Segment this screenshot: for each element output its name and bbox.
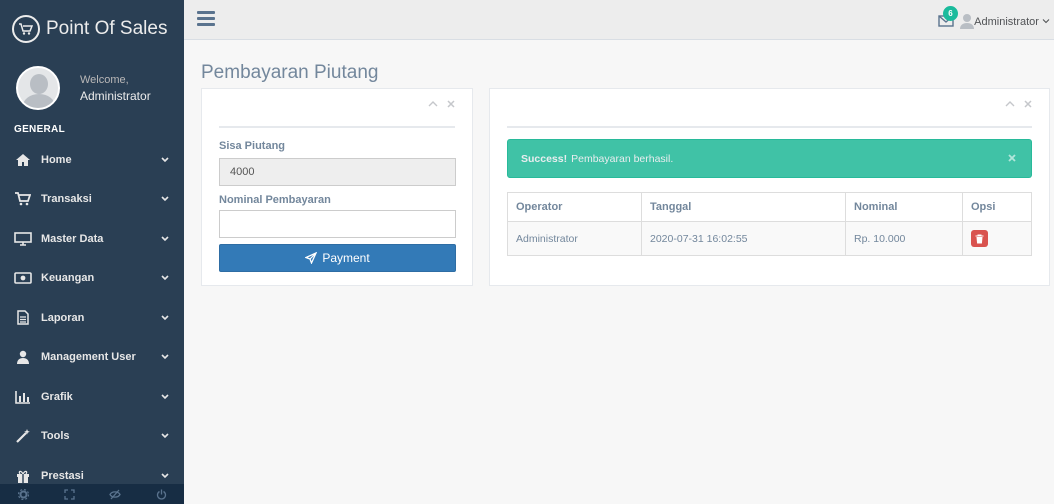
success-alert: Success! Pembayaran berhasil.	[507, 139, 1032, 178]
money-icon	[14, 270, 32, 286]
desktop-icon	[14, 231, 32, 247]
chevron-down-icon	[161, 473, 169, 478]
file-icon	[14, 310, 32, 326]
welcome-text: Welcome,	[80, 73, 129, 86]
magic-wand-icon	[14, 428, 32, 444]
sidebar-menu: Home Transaksi Master Data Keuangan Lapo…	[0, 140, 184, 496]
nominal-pembayaran-input[interactable]	[219, 210, 456, 238]
menu-section-title: GENERAL	[14, 124, 65, 135]
operator-cell: Administrator	[507, 221, 642, 256]
brand[interactable]: Point Of Sales	[0, 0, 184, 58]
trash-icon	[975, 234, 984, 243]
sidebar-item-label: Laporan	[41, 311, 85, 324]
chevron-down-icon	[161, 315, 169, 320]
close-icon[interactable]	[446, 99, 456, 109]
payment-history-panel: Success! Pembayaran berhasil. Operator T…	[489, 88, 1050, 286]
column-header: Tanggal	[641, 192, 846, 222]
sidebar-item-transaksi[interactable]: Transaksi	[0, 180, 184, 220]
app-title: Point Of Sales	[46, 18, 168, 39]
paper-plane-icon	[305, 252, 318, 264]
settings-icon[interactable]	[0, 484, 46, 504]
nominal-cell: Rp. 10.000	[845, 221, 963, 256]
power-icon[interactable]	[138, 484, 184, 504]
chevron-down-icon	[161, 157, 169, 162]
chevron-down-icon	[161, 275, 169, 281]
payment-button-label: Payment	[322, 251, 370, 265]
chevron-down-icon	[161, 433, 169, 439]
avatar	[16, 66, 60, 110]
tanggal-cell: 2020-07-31 16:02:55	[641, 221, 846, 256]
sidebar-item-laporan[interactable]: Laporan	[0, 298, 184, 338]
sidebar-item-grafik[interactable]: Grafik	[0, 377, 184, 417]
payment-button[interactable]: Payment	[219, 244, 456, 272]
menu-toggle-icon[interactable]	[197, 11, 215, 27]
shopping-cart-icon	[12, 15, 40, 43]
sidebar-item-label: Tools	[41, 430, 70, 443]
chevron-down-icon	[1042, 19, 1050, 24]
sisa-piutang-label: Sisa Piutang	[219, 140, 286, 152]
bar-chart-icon	[14, 389, 32, 405]
column-header: Nominal	[845, 192, 963, 222]
alert-message: Pembayaran berhasil.	[571, 152, 674, 165]
sidebar-footer	[0, 484, 184, 504]
eye-slash-icon[interactable]	[92, 484, 138, 504]
top-nav: 6 Administrator	[184, 0, 1054, 40]
user-menu[interactable]: Administrator	[974, 16, 1050, 28]
sidebar-item-label: Home	[41, 153, 72, 166]
user-avatar-icon[interactable]	[960, 13, 974, 29]
profile: Welcome, Administrator	[0, 58, 184, 118]
delete-button[interactable]	[971, 230, 988, 247]
chevron-down-icon	[161, 354, 169, 360]
profile-name: Administrator	[80, 88, 151, 103]
chevron-down-icon	[161, 394, 169, 399]
alert-strong: Success!	[521, 152, 568, 165]
payment-table: Operator Tanggal Nominal Opsi Administra…	[507, 192, 1032, 256]
user-icon	[14, 349, 32, 365]
sidebar-item-keuangan[interactable]: Keuangan	[0, 259, 184, 299]
sidebar-item-label: Management User	[41, 351, 136, 364]
nominal-pembayaran-label: Nominal Pembayaran	[219, 194, 331, 206]
sidebar-item-label: Grafik	[41, 390, 73, 403]
close-icon[interactable]	[1007, 153, 1017, 163]
collapse-icon[interactable]	[428, 99, 438, 109]
payment-form-panel: Sisa Piutang Nominal Pembayaran Payment	[201, 88, 473, 286]
table-row: Administrator 2020-07-31 16:02:55 Rp. 10…	[507, 221, 1032, 256]
chevron-down-icon	[161, 236, 169, 241]
sidebar-item-label: Master Data	[41, 232, 104, 245]
gift-icon	[14, 468, 32, 484]
sidebar-item-label: Keuangan	[41, 272, 95, 285]
notification-badge[interactable]: 6	[943, 6, 958, 21]
fullscreen-icon[interactable]	[46, 484, 92, 504]
sisa-piutang-input[interactable]	[219, 158, 456, 186]
chevron-down-icon	[161, 196, 169, 202]
user-name: Administrator	[974, 16, 1039, 28]
sidebar-item-label: Transaksi	[41, 193, 92, 206]
sidebar-item-management-user[interactable]: Management User	[0, 338, 184, 378]
collapse-icon[interactable]	[1005, 99, 1015, 109]
page-title: Pembayaran Piutang	[201, 62, 379, 83]
sidebar-item-master-data[interactable]: Master Data	[0, 219, 184, 259]
home-icon	[14, 152, 32, 168]
close-icon[interactable]	[1023, 99, 1033, 109]
column-header: Operator	[507, 192, 642, 222]
cart-icon	[14, 191, 32, 207]
sidebar-item-label: Prestasi	[41, 469, 84, 482]
sidebar-item-home[interactable]: Home	[0, 140, 184, 180]
sidebar: Point Of Sales Welcome, Administrator GE…	[0, 0, 184, 504]
sidebar-item-tools[interactable]: Tools	[0, 417, 184, 457]
column-header: Opsi	[962, 192, 1032, 222]
opsi-cell	[962, 221, 1032, 256]
